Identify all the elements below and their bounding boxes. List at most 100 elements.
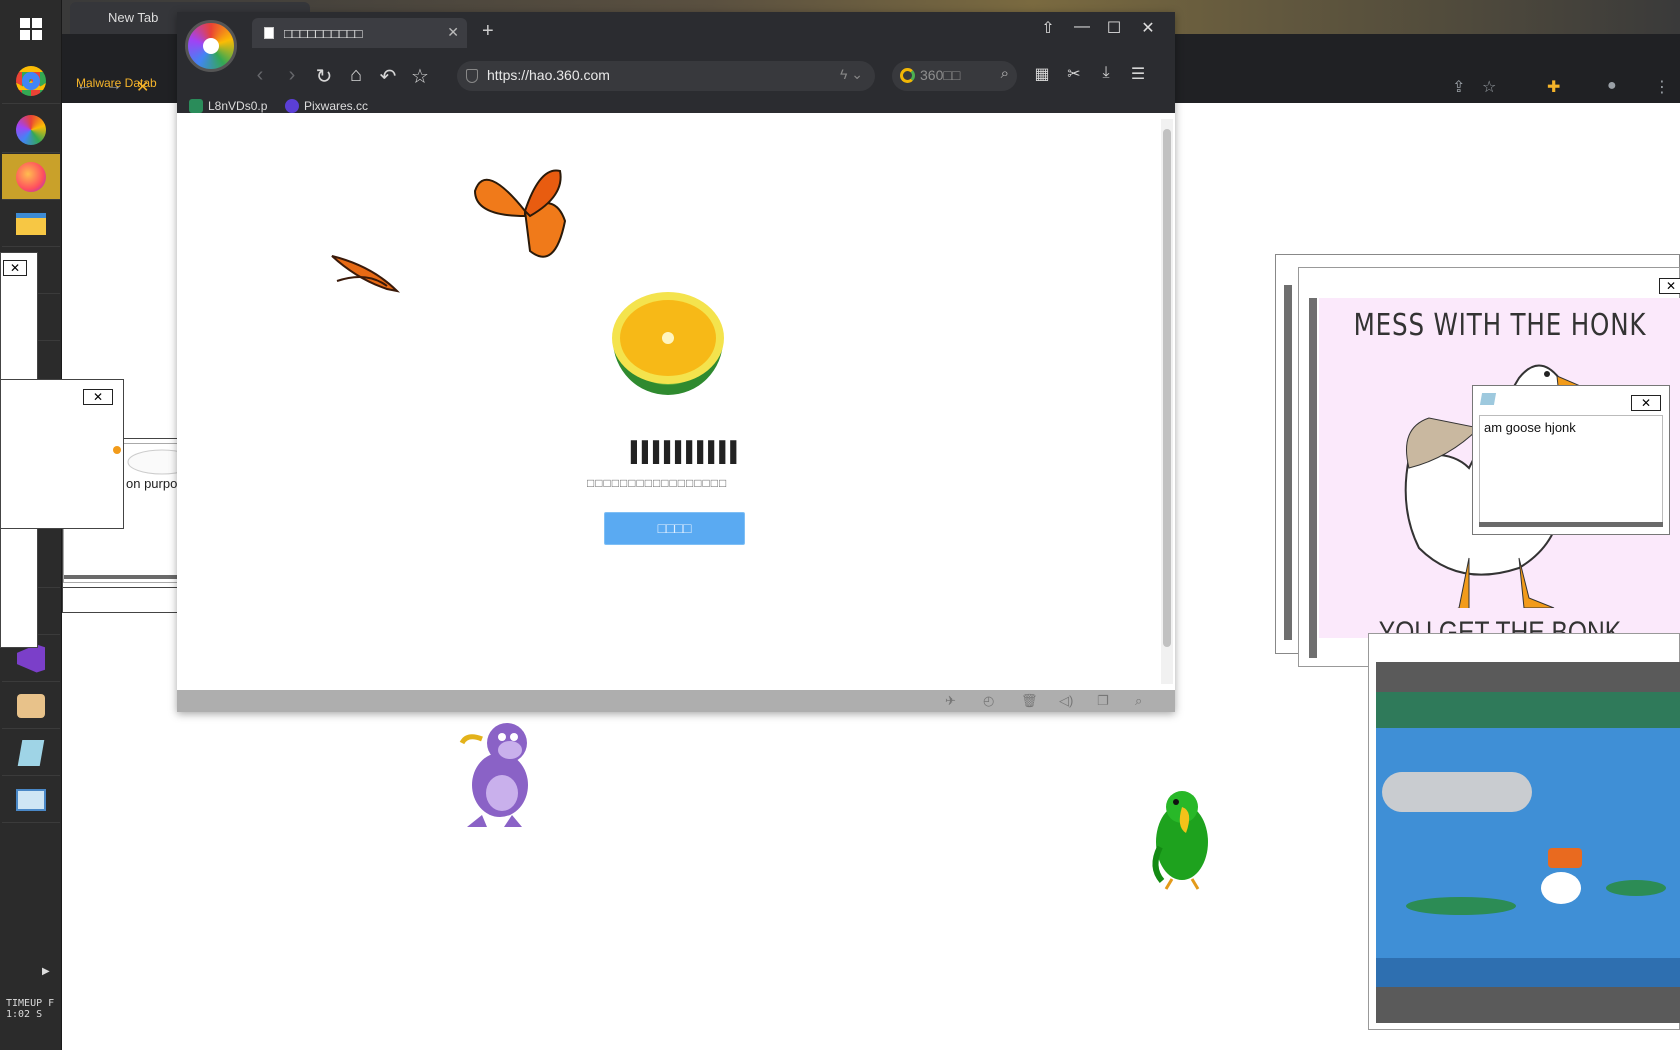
honk-sidebar	[1309, 298, 1317, 658]
notepad-icon	[1479, 393, 1497, 405]
home-icon[interactable]: ⌂	[343, 64, 369, 87]
address-bar[interactable]: https://hao.360.com ϟ ⌄	[457, 61, 875, 91]
desktop: New Tab ← → ✕ ⇪ ☆ ✚ ● ⋮ Malware Datab ▶ …	[0, 0, 1680, 1050]
honk-title: MESS WITH THE HONK	[1353, 308, 1647, 343]
taskbar-360-browser[interactable]	[2, 107, 60, 153]
close-icon[interactable]: ✕	[83, 389, 113, 405]
folder-icon	[16, 212, 46, 235]
visual-studio-icon	[17, 644, 45, 673]
accelerate-icon[interactable]: ✈	[945, 693, 956, 709]
bookmark-malware-database[interactable]: Malware Datab	[76, 76, 157, 90]
refresh-icon[interactable]: ↻	[311, 64, 337, 89]
sound-icon[interactable]: ◁)	[1059, 693, 1073, 709]
download-icon[interactable]: ⤓	[1093, 64, 1119, 82]
status-bar: ✈ ◴ 🗑 ◁) ❐ ⌕	[177, 690, 1175, 712]
butterfly-small-icon	[331, 255, 401, 293]
scrollbar-thumb[interactable]	[1163, 129, 1171, 647]
taskbar-firefox[interactable]	[2, 154, 60, 200]
video-grass	[1376, 692, 1680, 728]
search-box[interactable]: 360□□ ⌕	[892, 61, 1017, 91]
url-text: https://hao.360.com	[487, 67, 610, 83]
page-content: ▌▌▌▌▌▌▌▌▌▌ □□□□□□□□□□□□□□□□□ □□□□	[177, 113, 1175, 690]
taskbar-chrome[interactable]	[2, 58, 60, 104]
forward-icon[interactable]: ›	[279, 64, 305, 87]
history-icon[interactable]: ◴	[983, 693, 994, 709]
video-window	[1368, 633, 1680, 1030]
bonzibuddy-icon	[459, 723, 528, 827]
close-icon[interactable]: ✕	[1631, 395, 1661, 411]
menu-icon[interactable]: ⋮	[1654, 77, 1670, 97]
notepad-icon	[17, 739, 45, 766]
close-icon[interactable]: ✕	[1659, 278, 1680, 294]
goose-note-window: ✕ am goose hjonk	[1472, 385, 1670, 535]
green-parrot-icon	[1152, 791, 1208, 890]
scissors-icon[interactable]: ✂	[1061, 64, 1087, 84]
star-icon[interactable]: ☆	[1482, 77, 1496, 97]
window-icon[interactable]: ❐	[1097, 693, 1109, 709]
360-search-icon	[900, 68, 915, 83]
share-icon[interactable]: ⇪	[1452, 77, 1465, 97]
bookmark-item[interactable]: Pixwares.cc	[285, 99, 368, 113]
loader-action-button[interactable]: □□□□	[604, 512, 745, 545]
chrome-icon	[16, 65, 46, 96]
lemon-watermelon-icon	[612, 292, 724, 395]
video-lilypad	[1606, 880, 1666, 896]
taskbar-expand-arrow-icon[interactable]: ▶	[42, 966, 50, 977]
back-icon[interactable]: ‹	[247, 64, 273, 87]
taskbar-clock: TIMEUP F 1:02 S	[6, 998, 55, 1020]
paint-icon	[17, 693, 45, 718]
tab-title: □□□□□□□□□□	[284, 26, 363, 41]
vertical-scrollbar[interactable]	[1161, 119, 1173, 684]
video-goose	[1541, 872, 1581, 904]
tab-close-icon[interactable]: ✕	[447, 24, 459, 41]
minimize-icon[interactable]: —	[1067, 18, 1097, 36]
video-bottom-bar	[1376, 987, 1680, 1023]
close-window-icon[interactable]: ✕	[1133, 18, 1163, 38]
video-frame[interactable]	[1376, 662, 1680, 987]
trash-icon[interactable]: 🗑	[1021, 693, 1038, 709]
pixwares-icon	[285, 99, 299, 113]
video-crown	[1548, 848, 1582, 868]
background-tab-title: New Tab	[108, 10, 159, 25]
extensions-icon[interactable]: ✚	[1547, 77, 1560, 97]
image-icon	[189, 99, 203, 113]
left-popup-front: ✕	[0, 379, 124, 529]
close-icon[interactable]: ✕	[3, 260, 27, 276]
skin-icon[interactable]: ⇧	[1033, 18, 1063, 38]
loading-text: □□□□□□□□□□□□□□□□□	[587, 476, 728, 490]
page-icon	[264, 27, 274, 39]
start-button[interactable]	[2, 6, 60, 52]
taskbar-paint[interactable]	[2, 683, 60, 729]
loading-progress: ▌▌▌▌▌▌▌▌▌▌	[631, 440, 742, 464]
back-sidebar	[1284, 285, 1292, 640]
taskbar-file-explorer[interactable]	[2, 201, 60, 247]
profile-icon[interactable]: ●	[1607, 77, 1617, 95]
menu-icon[interactable]: ☰	[1125, 64, 1151, 84]
goose-note-text: am goose hjonk	[1484, 420, 1576, 435]
monitor-icon	[16, 788, 46, 811]
undo-icon[interactable]: ↶	[375, 64, 401, 89]
windows-logo-icon	[20, 18, 42, 40]
video-lilypad	[1406, 897, 1516, 915]
goose-note-textarea[interactable]: am goose hjonk	[1479, 415, 1663, 525]
taskbar-notepad[interactable]	[2, 730, 60, 776]
new-tab-icon[interactable]: +	[482, 20, 494, 43]
browser-360-window: □□□□□□□□□□ ✕ + ⇧ — ☐ ✕ ‹ › ↻ ⌂ ↶ ☆ https…	[177, 12, 1175, 712]
firefox-icon	[16, 161, 46, 192]
maximize-icon[interactable]: ☐	[1099, 18, 1129, 38]
search-icon[interactable]: ⌕	[1001, 65, 1009, 82]
apps-grid-icon[interactable]: ▦	[1029, 64, 1055, 84]
favorite-star-icon[interactable]: ☆	[407, 64, 433, 89]
active-tab[interactable]: □□□□□□□□□□ ✕	[252, 18, 467, 48]
search-placeholder: 360□□	[920, 67, 961, 83]
speed-mode-icon[interactable]: ϟ ⌄	[840, 66, 863, 83]
zoom-icon[interactable]: ⌕	[1135, 693, 1142, 709]
360-browser-icon	[16, 114, 46, 145]
goose-note-scrollbar[interactable]	[1479, 522, 1663, 527]
video-rock	[1382, 772, 1532, 812]
taskbar-resource-monitor[interactable]	[2, 777, 60, 823]
shield-icon	[466, 69, 478, 83]
bookmark-item[interactable]: L8nVDs0.p	[189, 99, 267, 113]
video-top-bar	[1376, 662, 1680, 692]
butterfly-icon	[473, 169, 567, 258]
